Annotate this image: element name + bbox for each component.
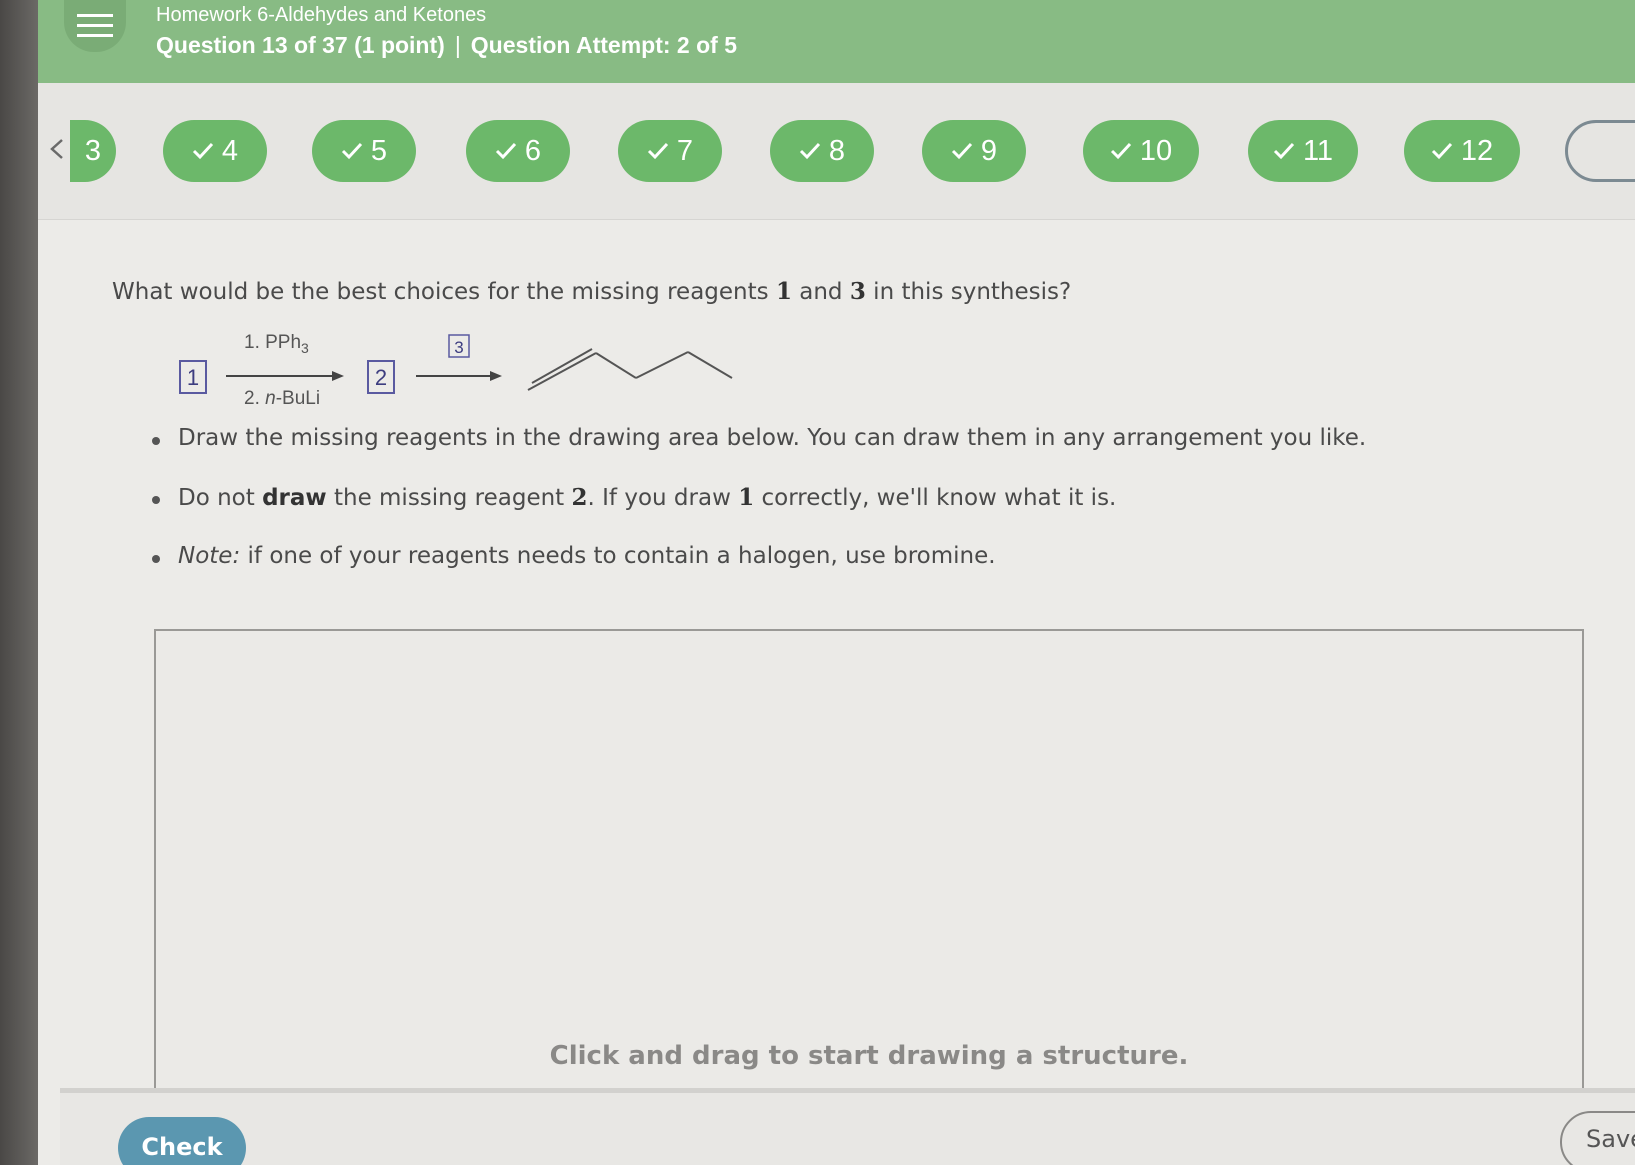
instruction-item: Note: if one of your reagents needs to c… — [148, 543, 1366, 602]
reagent-box-2-label: 2 — [375, 365, 387, 390]
instruction-item: Do not draw the missing reagent 2. If yo… — [148, 484, 1366, 543]
nav-question-6[interactable]: 6 — [466, 120, 570, 182]
nav-question-10[interactable]: 10 — [1083, 120, 1199, 182]
assignment-title: Homework 6-Aldehydes and Ketones — [156, 4, 487, 26]
instruction-text: Do not — [178, 485, 263, 511]
nav-question-5[interactable]: 5 — [312, 120, 416, 182]
product-double-bond — [531, 348, 593, 384]
checkmark-icon — [495, 142, 517, 160]
nav-question-11[interactable]: 11 — [1248, 120, 1358, 182]
reagent-number: 1 — [738, 484, 755, 511]
product-bond — [595, 352, 637, 379]
save-for-later-button[interactable]: Save Fo — [1560, 1111, 1635, 1165]
question-attempt: Question Attempt: 2 of 5 — [470, 32, 738, 58]
nav-question-3[interactable]: 3 — [70, 120, 116, 182]
instruction-text: Draw the missing reagents in the drawing… — [178, 425, 1367, 451]
nav-question-label: 10 — [1139, 134, 1173, 167]
product-bond — [527, 352, 597, 391]
checkmark-icon — [1110, 142, 1131, 160]
app-screen: Homework 6-Aldehydes and Ketones Questio… — [38, 0, 1635, 1165]
structure-drawing-canvas[interactable]: Click and drag to start drawing a struct… — [154, 629, 1584, 1089]
step1-condition-bottom: 2. n-BuLi — [244, 388, 320, 406]
reagent-number: 2 — [571, 484, 588, 511]
reagent-box-3-label: 3 — [454, 338, 463, 357]
nav-question-label: 11 — [1302, 134, 1334, 167]
nav-question-label: 9 — [980, 134, 998, 167]
nav-question-4[interactable]: 4 — [163, 120, 267, 182]
hamburger-menu-icon — [77, 14, 113, 37]
instruction-text: the missing reagent — [326, 485, 572, 511]
instruction-text: if one of your reagents needs to contain… — [240, 543, 996, 569]
question-navigator: 3 4 5 6 7 8 9 10 11 12 — [38, 83, 1635, 220]
checkmark-icon — [647, 142, 669, 160]
nav-question-9[interactable]: 9 — [922, 120, 1026, 182]
question-text: What would be the best choices for the m… — [112, 279, 776, 305]
reagent-number: 3 — [849, 278, 866, 305]
checkmark-icon — [192, 142, 214, 160]
chevron-left-icon[interactable] — [46, 137, 68, 161]
bullet-icon — [152, 555, 160, 563]
screen-bezel — [0, 0, 38, 1165]
arrowhead-1 — [332, 371, 344, 381]
drawing-hint: Click and drag to start drawing a struct… — [549, 1041, 1189, 1071]
checkmark-icon — [1431, 142, 1452, 160]
step1-condition-top: 1. PPh3 — [244, 332, 309, 356]
nav-question-8[interactable]: 8 — [770, 120, 874, 182]
instruction-emphasis: draw — [262, 485, 327, 511]
check-button[interactable]: Check — [118, 1117, 246, 1165]
checkmark-icon — [1273, 142, 1295, 160]
checkmark-icon — [951, 142, 973, 160]
nav-question-label: 12 — [1460, 134, 1494, 167]
nav-question-12[interactable]: 12 — [1404, 120, 1520, 182]
checkmark-icon — [799, 142, 821, 160]
nav-question-label: 5 — [370, 134, 388, 167]
checkmark-icon — [341, 142, 363, 160]
instruction-item: Draw the missing reagents in the drawing… — [148, 425, 1366, 484]
product-bond — [635, 351, 689, 379]
reagent-box-1-label: 1 — [187, 365, 199, 390]
question-prompt: What would be the best choices for the m… — [112, 278, 1071, 305]
question-text: in this synthesis? — [865, 279, 1072, 305]
menu-button[interactable] — [64, 0, 126, 52]
nav-question-label: 4 — [221, 134, 239, 167]
header-separator: | — [454, 32, 461, 58]
instruction-list: Draw the missing reagents in the drawing… — [148, 425, 1366, 602]
question-info: Question 13 of 37 (1 point) | Question Att… — [156, 32, 737, 59]
nav-question-label: 6 — [524, 134, 542, 167]
arrowhead-2 — [490, 371, 502, 381]
reagent-number: 1 — [775, 278, 792, 305]
nav-question-label: 8 — [828, 134, 846, 167]
footer-bar: Check Save Fo — [60, 1088, 1635, 1165]
nav-question-current[interactable] — [1565, 120, 1635, 182]
question-text: and — [791, 279, 850, 305]
nav-question-7[interactable]: 7 — [618, 120, 722, 182]
nav-question-label: 7 — [676, 134, 694, 167]
instruction-text: . If you draw — [587, 485, 739, 511]
header-bar: Homework 6-Aldehydes and Ketones Questio… — [38, 0, 1635, 83]
instruction-text: correctly, we'll know what it is. — [754, 485, 1117, 511]
nav-question-label: 3 — [84, 134, 102, 167]
bullet-icon — [152, 496, 160, 504]
product-bond — [687, 351, 733, 379]
note-label: Note: — [178, 543, 241, 569]
bullet-icon — [152, 437, 160, 445]
reaction-scheme: 1 1. PPh3 2. n-BuLi 2 3 — [179, 332, 733, 406]
question-position: Question 13 of 37 (1 point) — [156, 32, 445, 58]
